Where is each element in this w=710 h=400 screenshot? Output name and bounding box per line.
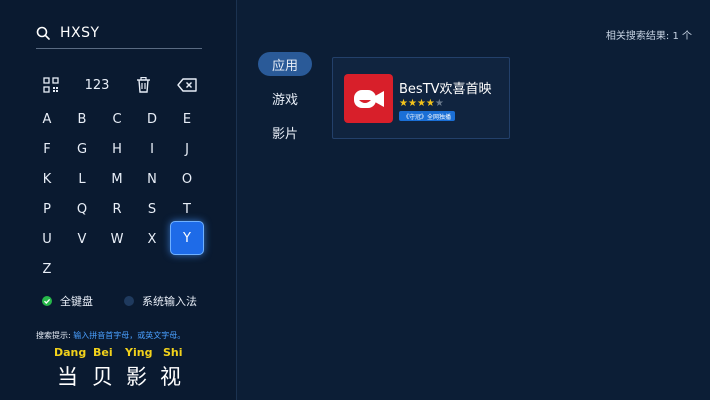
mode-full-keyboard[interactable]: 全键盘	[42, 293, 93, 309]
logo-hanzi: 当	[57, 365, 78, 389]
key-s[interactable]: S	[135, 194, 169, 224]
tab-games[interactable]: 游戏	[258, 86, 312, 110]
star-icon: ★	[407, 98, 417, 109]
keyboard-panel: HXSY 123 A B C D E F G H I J K L M N O P…	[0, 0, 237, 400]
clear-key[interactable]	[128, 72, 158, 98]
backspace-icon	[177, 78, 197, 92]
key-f[interactable]: F	[30, 134, 64, 164]
check-icon	[42, 296, 52, 306]
search-query: HXSY	[60, 25, 100, 41]
key-z[interactable]: Z	[30, 254, 64, 284]
rating-stars: ★★★★★	[399, 98, 444, 109]
result-card[interactable]: BesTV欢喜首映 ★★★★★ 《守冠》全网独播	[332, 57, 510, 139]
key-c[interactable]: C	[100, 104, 134, 134]
promo-badge: 《守冠》全网独播	[399, 111, 456, 121]
mode-system-ime[interactable]: 系统输入法	[124, 293, 197, 309]
result-count: 相关搜索结果: 1 个	[605, 31, 692, 42]
key-t[interactable]: T	[170, 194, 204, 224]
search-bar[interactable]: HXSY	[36, 18, 202, 49]
key-m[interactable]: M	[100, 164, 134, 194]
key-x[interactable]: X	[135, 224, 169, 254]
search-icon	[36, 26, 50, 40]
trash-icon	[136, 77, 150, 93]
tab-movies[interactable]: 影片	[258, 120, 312, 144]
tab-apps[interactable]: 应用	[258, 52, 312, 76]
logo-pinyin: Ying	[125, 346, 153, 359]
mode-label: 系统输入法	[142, 295, 197, 308]
logo-pinyin: Dang	[54, 346, 87, 359]
logo-hanzi: 贝	[92, 365, 113, 389]
key-u[interactable]: U	[30, 224, 64, 254]
bestv-app-icon	[344, 74, 393, 123]
qr-code-key[interactable]	[36, 72, 66, 98]
key-p[interactable]: P	[30, 194, 64, 224]
backspace-key[interactable]	[172, 72, 202, 98]
mode-label: 全键盘	[60, 295, 93, 308]
logo-pinyin: Shi	[163, 346, 183, 359]
key-o[interactable]: O	[170, 164, 204, 194]
star-icon: ★	[399, 98, 408, 109]
radio-icon	[124, 296, 134, 306]
number-key[interactable]: 123	[80, 72, 114, 98]
key-w[interactable]: W	[100, 224, 134, 254]
search-hint: 搜索提示: 输入拼音首字母，或英文字母。	[36, 330, 185, 341]
key-r[interactable]: R	[100, 194, 134, 224]
app-name: BesTV欢喜首映	[399, 82, 492, 97]
logo-hanzi: 影	[126, 365, 147, 389]
key-g[interactable]: G	[65, 134, 99, 164]
key-j[interactable]: J	[170, 134, 204, 164]
function-key-row: 123	[30, 72, 210, 98]
logo-pinyin: Bei	[93, 346, 113, 359]
key-i[interactable]: I	[135, 134, 169, 164]
key-y[interactable]: Y	[170, 221, 204, 255]
key-d[interactable]: D	[135, 104, 169, 134]
key-a[interactable]: A	[30, 104, 64, 134]
key-l[interactable]: L	[65, 164, 99, 194]
key-b[interactable]: B	[65, 104, 99, 134]
key-q[interactable]: Q	[65, 194, 99, 224]
key-k[interactable]: K	[30, 164, 64, 194]
key-e[interactable]: E	[170, 104, 204, 134]
key-n[interactable]: N	[135, 164, 169, 194]
key-v[interactable]: V	[65, 224, 99, 254]
key-h[interactable]: H	[100, 134, 134, 164]
dangbei-logo: Dang Bei Ying Shi 当 贝 影 视	[52, 346, 192, 392]
logo-hanzi: 视	[160, 365, 181, 389]
qr-code-icon	[43, 77, 59, 93]
hint-label: 搜索提示:	[36, 331, 71, 340]
star-icon: ★	[416, 98, 426, 109]
star-empty-icon: ★	[434, 98, 444, 109]
star-icon: ★	[425, 98, 435, 109]
hint-text: 输入拼音首字母，或英文字母。	[73, 331, 186, 340]
